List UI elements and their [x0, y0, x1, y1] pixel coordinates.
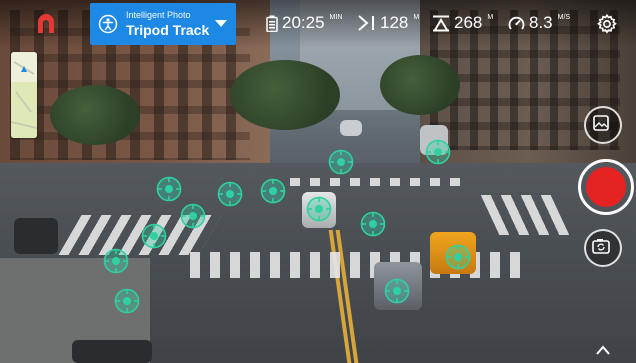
gallery-icon	[593, 115, 609, 131]
tree	[230, 60, 340, 130]
crosswalk-far	[290, 178, 470, 186]
chevron-down-icon	[215, 20, 227, 27]
tracking-target[interactable]	[180, 203, 206, 229]
mode-title: Tripod Track	[126, 22, 210, 38]
car	[72, 340, 152, 363]
record-button[interactable]	[578, 159, 634, 215]
tracking-target[interactable]	[141, 223, 167, 249]
chevron-up-icon[interactable]	[596, 345, 610, 355]
tracking-target[interactable]	[306, 196, 332, 222]
tracking-target[interactable]	[328, 149, 354, 175]
speed-unit: M/S	[557, 13, 571, 21]
camera-flip-icon	[592, 239, 610, 254]
tracking-target[interactable]	[103, 248, 129, 274]
mode-subtitle: Intelligent Photo	[126, 10, 191, 20]
tracking-target[interactable]	[384, 278, 410, 304]
record-dot	[586, 167, 626, 207]
car	[14, 218, 58, 254]
distance-value: 128	[380, 13, 409, 32]
speed-value: 8.3	[529, 13, 553, 32]
map-icon	[11, 52, 37, 138]
tree	[380, 55, 460, 115]
car	[340, 120, 362, 136]
tracking-target[interactable]	[260, 178, 286, 204]
speedometer-icon	[508, 16, 525, 30]
battery-icon	[266, 15, 278, 32]
distance-unit: M	[413, 13, 420, 21]
flight-time-value: 20:25	[282, 13, 325, 32]
mode-selector[interactable]: Intelligent Photo Tripod Track	[90, 3, 236, 45]
tracking-target[interactable]	[425, 139, 451, 165]
street-scene	[0, 0, 636, 363]
distance-readout: 128 M	[358, 13, 419, 33]
person-track-icon	[98, 14, 118, 34]
gear-icon[interactable]	[596, 13, 618, 35]
tree	[50, 85, 140, 145]
altitude-value: 268	[454, 13, 483, 32]
top-bar: Intelligent Photo Tripod Track 20:25 MIN …	[0, 0, 636, 48]
tracking-target[interactable]	[360, 211, 386, 237]
arch-logo-icon[interactable]	[36, 14, 56, 34]
camera-viewport[interactable]: Intelligent Photo Tripod Track 20:25 MIN …	[0, 0, 636, 363]
camera-flip-button[interactable]	[584, 229, 622, 267]
flight-time-readout: 20:25 MIN	[266, 13, 342, 33]
altitude-unit: M	[487, 13, 494, 21]
tracking-target[interactable]	[445, 244, 471, 270]
speed-readout: 8.3 M/S	[508, 13, 570, 33]
tracking-target[interactable]	[156, 176, 182, 202]
tracking-target[interactable]	[217, 181, 243, 207]
minimap[interactable]	[11, 52, 37, 138]
altitude-icon	[433, 15, 449, 31]
gallery-button[interactable]	[584, 106, 622, 144]
altitude-readout: 268 M	[432, 13, 493, 33]
flight-time-unit: MIN	[329, 13, 343, 21]
tracking-target[interactable]	[114, 288, 140, 314]
distance-icon	[358, 15, 374, 31]
